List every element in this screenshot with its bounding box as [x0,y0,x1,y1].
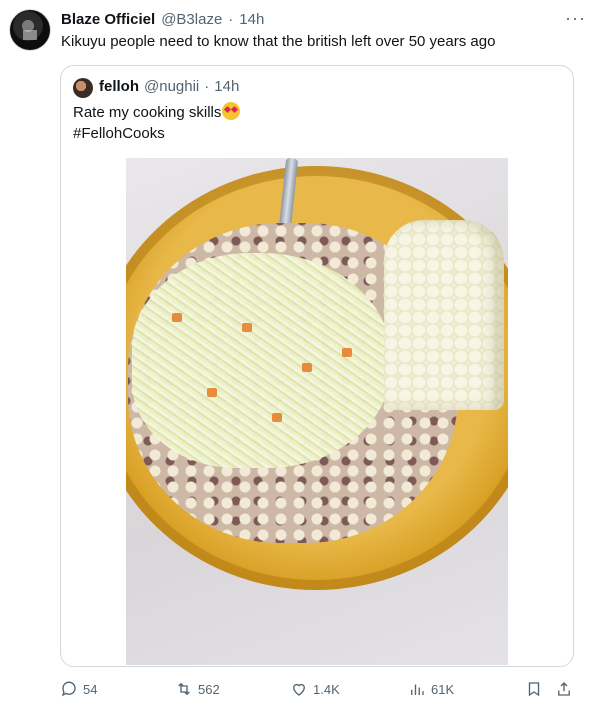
quoted-author-handle: @nughii [144,78,200,95]
reply-count: 54 [83,681,98,697]
cabbage-image [132,253,392,468]
tweet-text: Kikuyu people need to know that the brit… [61,33,496,50]
views-button[interactable]: 61K [408,680,454,698]
tweet-header: Blaze Officiel @B3laze · 14h [61,11,264,28]
quoted-author-avatar [73,78,93,98]
tweet-time[interactable]: 14h [239,11,264,28]
repost-button[interactable]: 562 [175,680,220,698]
corn-cob-image [384,220,504,410]
quoted-tweet[interactable]: felloh @nughii · 14h Rate my cooking ski… [60,65,574,667]
author-handle[interactable]: @B3laze [161,11,222,28]
quoted-tweet-text: Rate my cooking skills #FellohCooks [73,102,241,144]
author-avatar[interactable] [9,9,51,51]
food-photo[interactable] [126,158,508,665]
repost-icon [178,682,190,696]
reply-icon [61,681,76,697]
share-icon [558,682,570,696]
action-bar: 54 562 1.4K 61K [60,680,580,700]
carrot-piece [242,323,252,332]
like-count: 1.4K [313,681,340,697]
bookmark-icon [528,682,540,697]
author-name[interactable]: Blaze Officiel [61,11,155,28]
share-button[interactable] [555,680,573,698]
views-icon [411,684,424,695]
carrot-piece [207,388,217,397]
bookmark-button[interactable] [525,680,543,698]
heart-eyes-emoji-icon [222,102,241,120]
quoted-tweet-header: felloh @nughii · 14h [99,78,239,95]
more-options-icon[interactable]: ··· [565,8,586,29]
quoted-dot-separator: · [204,78,210,95]
reply-button[interactable]: 54 [60,680,97,698]
hashtag-link[interactable]: #FellohCooks [73,125,165,142]
like-button[interactable]: 1.4K [290,680,340,698]
dot-separator: · [228,11,234,28]
quoted-tweet-time: 14h [214,78,240,95]
heart-icon [293,683,305,696]
carrot-piece [342,348,352,357]
quoted-author-name: felloh [99,78,139,95]
carrot-piece [172,313,182,322]
carrot-piece [272,413,282,422]
quoted-line-1: Rate my cooking skills [73,104,222,121]
carrot-piece [302,363,312,372]
repost-count: 562 [198,681,220,697]
view-count: 61K [431,681,455,697]
